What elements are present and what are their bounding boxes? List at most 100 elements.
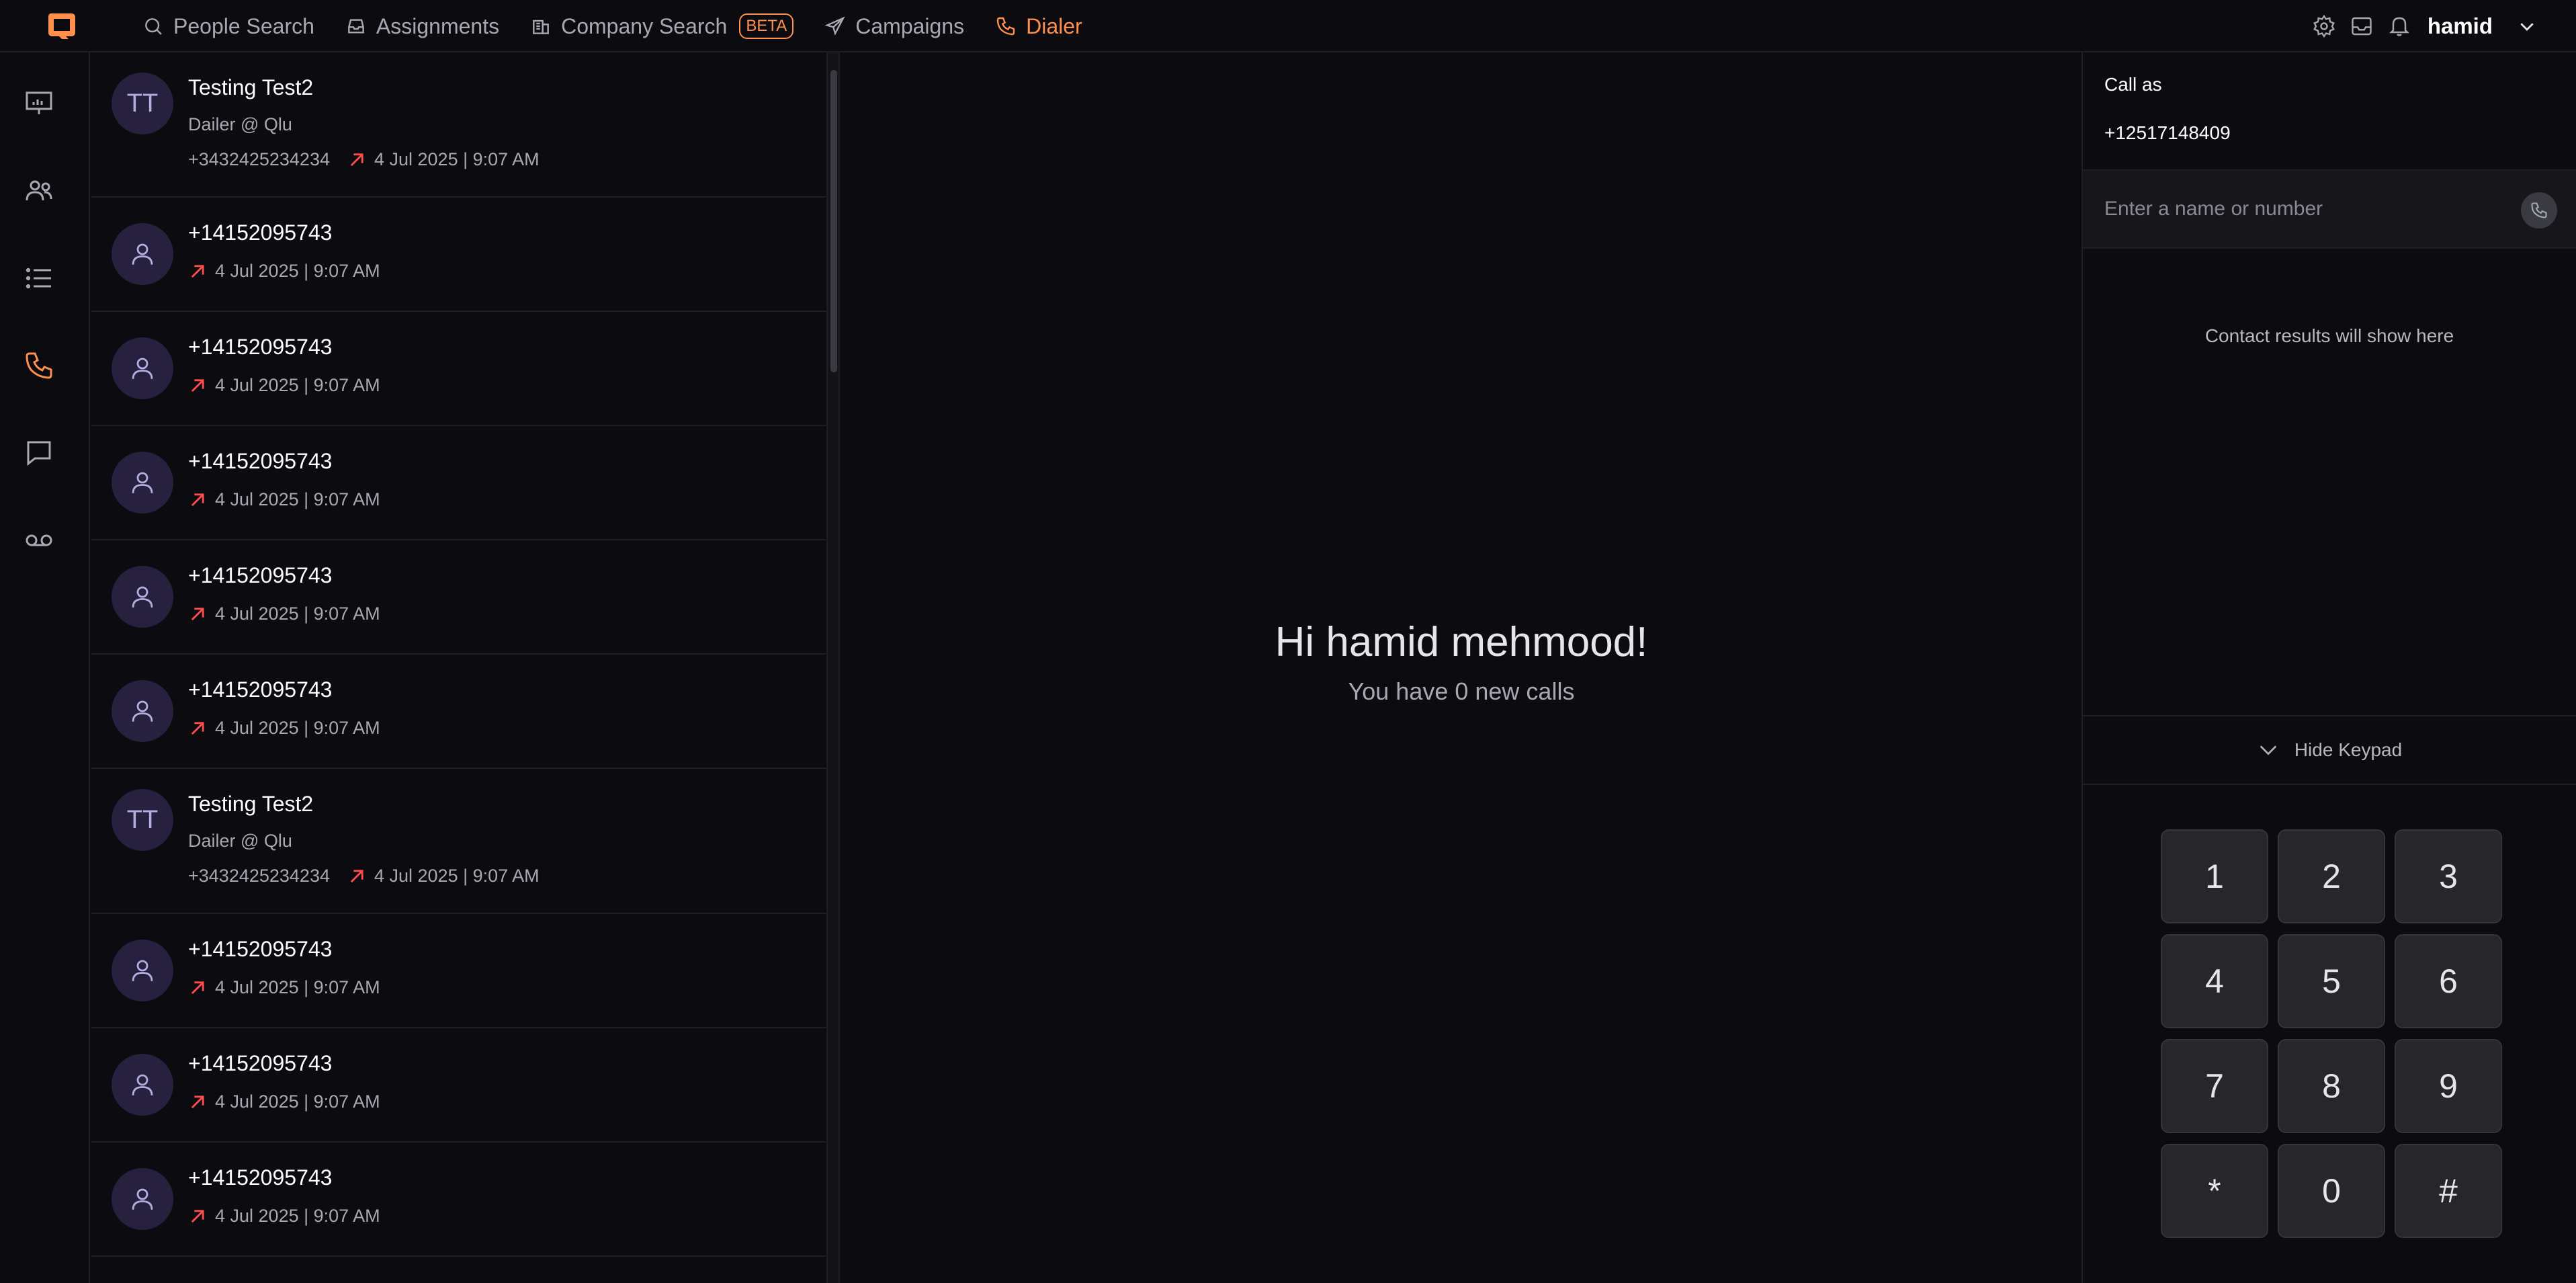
contact-name: Testing Test2 <box>188 75 314 99</box>
contact-name: +14152095743 <box>188 563 333 587</box>
call-list-item[interactable]: +14152095743 4 Jul 2025 | 9:07 AM <box>91 1028 826 1143</box>
hide-keypad-label: Hide Keypad <box>2294 739 2403 760</box>
nav-dialer[interactable]: Dialer <box>995 0 1082 52</box>
users-icon[interactable] <box>23 175 55 207</box>
keypad-key[interactable]: 6 <box>2395 934 2502 1028</box>
call-meta: 4 Jul 2025 | 9:07 AM <box>188 977 380 998</box>
keypad-key[interactable]: 8 <box>2278 1039 2385 1133</box>
keypad-key[interactable]: 9 <box>2395 1039 2502 1133</box>
call-button[interactable] <box>2521 192 2557 229</box>
call-list-item[interactable]: +14152095743 4 Jul 2025 | 9:07 AM <box>91 655 826 769</box>
avatar <box>112 452 173 513</box>
keypad-key[interactable]: 0 <box>2278 1144 2385 1238</box>
call-meta: +3432425234234 4 Jul 2025 | 9:07 AM <box>188 149 540 170</box>
keypad-key[interactable]: 5 <box>2278 934 2385 1028</box>
call-time: 4 Jul 2025 | 9:07 AM <box>215 1091 380 1112</box>
call-list-item[interactable]: +14152095743 4 Jul 2025 | 9:07 AM <box>91 914 826 1028</box>
avatar <box>112 1168 173 1230</box>
keypad-key[interactable]: # <box>2395 1144 2502 1238</box>
bell-icon[interactable] <box>2387 14 2411 38</box>
call-time: 4 Jul 2025 | 9:07 AM <box>215 261 380 281</box>
new-calls-summary: You have 0 new calls <box>1348 677 1575 705</box>
nav-campaigns[interactable]: Campaigns <box>824 0 964 52</box>
scrollbar-thumb[interactable] <box>830 70 837 372</box>
nav-label: Assignments <box>376 13 500 38</box>
contact-phone: +3432425234234 <box>188 149 330 169</box>
outgoing-arrow-icon <box>191 1095 204 1108</box>
contact-name: Testing Test2 <box>188 792 314 816</box>
avatar <box>112 337 173 399</box>
send-icon <box>824 16 845 36</box>
avatar <box>112 1054 173 1116</box>
outgoing-arrow-icon <box>350 869 363 882</box>
call-list-item[interactable]: +14152095743 4 Jul 2025 | 9:07 AM <box>91 312 826 426</box>
nav-label: People Search <box>173 13 314 38</box>
call-time: 4 Jul 2025 | 9:07 AM <box>215 604 380 624</box>
contact-company: Dailer @ Qlu <box>188 114 292 134</box>
contact-name: +14152095743 <box>188 1165 333 1190</box>
nav-assignments[interactable]: Assignments <box>345 0 499 52</box>
contact-results-placeholder: Contact results will show here <box>2204 325 2454 346</box>
call-meta: 4 Jul 2025 | 9:07 AM <box>188 375 380 396</box>
call-as-number[interactable]: +12517148409 <box>2104 122 2231 144</box>
call-meta: 4 Jul 2025 | 9:07 AM <box>188 489 380 510</box>
dialer-panel: Call as +12517148409 Contact results wil… <box>2081 52 2576 1283</box>
call-list-item[interactable]: +14152095743 4 Jul 2025 | 9:07 AM <box>91 540 826 655</box>
outgoing-arrow-icon <box>191 607 204 620</box>
contact-name: +14152095743 <box>188 220 333 245</box>
call-list-item[interactable]: +14152095743 4 Jul 2025 | 9:07 AM <box>91 1143 826 1257</box>
chevron-down-icon[interactable] <box>2517 16 2537 36</box>
dial-search-box <box>2083 169 2576 249</box>
inbox-icon <box>348 19 364 34</box>
dial-search-input[interactable] <box>2104 192 2507 226</box>
gear-icon[interactable] <box>2312 14 2336 38</box>
avatar <box>112 566 173 628</box>
outgoing-arrow-icon <box>191 264 204 278</box>
call-list-item[interactable]: TT Testing Test2 Dailer @ Qlu +343242523… <box>91 52 826 198</box>
keypad-key[interactable]: 3 <box>2395 829 2502 923</box>
hide-keypad-toggle[interactable]: Hide Keypad <box>2083 715 2576 785</box>
user-name[interactable]: hamid <box>2428 13 2493 39</box>
phone-icon <box>2531 202 2547 218</box>
nav-company-search[interactable]: Company Search BETA <box>530 0 794 52</box>
top-right-controls: hamid <box>2299 0 2537 52</box>
call-list-item[interactable]: +14152095743 4 Jul 2025 | 9:07 AM <box>91 198 826 312</box>
contact-name: +14152095743 <box>188 335 333 359</box>
nav-people-search[interactable]: People Search <box>142 0 314 52</box>
outgoing-arrow-icon <box>191 493 204 506</box>
call-as-label: Call as <box>2104 74 2162 95</box>
keypad-key[interactable]: 1 <box>2161 829 2268 923</box>
main-nav: People Search Assignments Company Search… <box>142 0 1113 52</box>
outgoing-arrow-icon <box>191 721 204 735</box>
keypad-key[interactable]: 7 <box>2161 1039 2268 1133</box>
keypad-key[interactable]: 4 <box>2161 934 2268 1028</box>
avatar: TT <box>112 789 173 851</box>
voicemail-icon[interactable] <box>23 524 55 556</box>
contact-name: +14152095743 <box>188 1051 333 1075</box>
greeting-heading: Hi hamid mehmood! <box>1275 619 1648 665</box>
user-icon <box>132 358 153 379</box>
call-time: 4 Jul 2025 | 9:07 AM <box>215 718 380 738</box>
call-list-item[interactable]: +14152095743 4 Jul 2025 | 9:07 AM <box>91 426 826 540</box>
call-time: 4 Jul 2025 | 9:07 AM <box>215 375 380 395</box>
call-meta: 4 Jul 2025 | 9:07 AM <box>188 1091 380 1112</box>
search-icon <box>145 18 162 35</box>
presentation-icon[interactable] <box>23 87 55 120</box>
keypad-key[interactable]: 2 <box>2278 829 2385 923</box>
dialer-welcome-panel: Hi hamid mehmood! You have 0 new calls <box>841 52 2081 1283</box>
message-icon[interactable] <box>23 437 55 469</box>
inbox-icon[interactable] <box>2350 14 2374 38</box>
call-list-scrollbar[interactable] <box>826 52 840 1283</box>
list-icon[interactable] <box>23 262 55 294</box>
app-logo[interactable] <box>44 9 79 40</box>
call-meta: 4 Jul 2025 | 9:07 AM <box>188 604 380 624</box>
call-meta: 4 Jul 2025 | 9:07 AM <box>188 1206 380 1227</box>
call-list-item[interactable]: TT Testing Test2 Dailer @ Qlu +343242523… <box>91 769 826 914</box>
outgoing-arrow-icon <box>350 153 363 166</box>
chevron-down-icon <box>2260 745 2277 755</box>
call-time: 4 Jul 2025 | 9:07 AM <box>374 149 540 169</box>
phone-icon[interactable] <box>23 349 55 382</box>
call-meta: 4 Jul 2025 | 9:07 AM <box>188 261 380 282</box>
recent-calls-list: TT Testing Test2 Dailer @ Qlu +343242523… <box>91 52 826 1283</box>
keypad-key[interactable]: * <box>2161 1144 2268 1238</box>
